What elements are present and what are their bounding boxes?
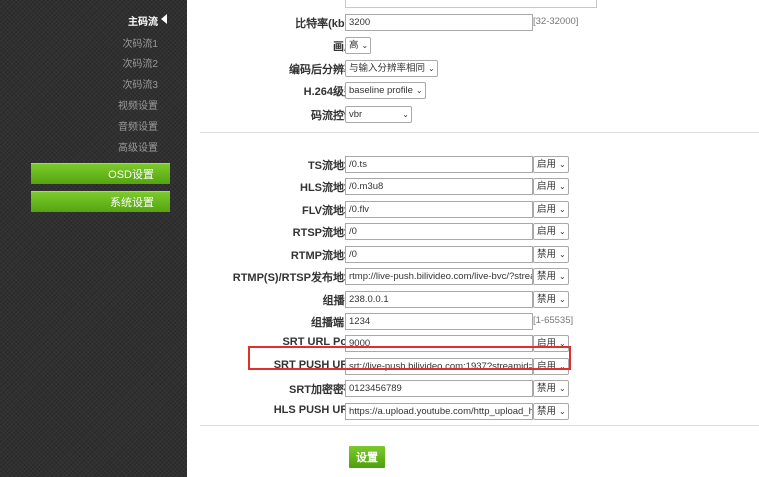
sidebar-item-substream-2[interactable]: 次码流2: [122, 55, 158, 70]
flv-stream-input[interactable]: /0.flv: [345, 201, 533, 218]
hls-push-url-row: HLS PUSH URL ： https://a.upload.youtube.…: [187, 402, 759, 422]
quality-row: 画质 ： 高⌄: [187, 36, 759, 56]
srt-passphrase-row: SRT加密密码 ： 0123456789 禁用⌄: [187, 379, 759, 399]
bitrate-range-hint: [32-32000]: [533, 16, 579, 27]
hls-stream-state: 启用: [537, 181, 557, 192]
chevron-down-icon: ⌄: [402, 110, 409, 119]
hls-push-url-state: 禁用: [537, 406, 557, 417]
chevron-down-icon: ⌄: [361, 41, 369, 50]
chevron-down-icon: ⌄: [559, 272, 566, 281]
multicast-ip-state-select[interactable]: 禁用 ⌄: [533, 291, 569, 308]
bitrate-row: 比特率(kbit) ： 3200 [32-32000]: [187, 13, 759, 33]
srt-passphrase-input[interactable]: 0123456789: [345, 380, 533, 397]
rtsp-stream-state: 启用: [537, 226, 557, 237]
ts-stream-state-select[interactable]: 启用 ⌄: [533, 156, 569, 173]
hls-push-url-label: HLS PUSH URL: [273, 404, 355, 416]
rtmp-publish-row: RTMP(S)/RTSP发布地址 ： rtmp://live-push.bili…: [187, 267, 759, 287]
chevron-down-icon: ⌄: [559, 407, 566, 416]
rtsp-stream-input[interactable]: /0: [345, 223, 533, 240]
rtmp-stream-input[interactable]: /0: [345, 246, 533, 263]
multicast-port-row: 组播端口 ： 1234 [1-65535]: [187, 312, 759, 332]
rate-control-value: vbr: [349, 109, 363, 120]
flv-stream-row: FLV流地址 ： /0.flv 启用⌄: [187, 200, 759, 220]
sidebar: 主码流 次码流1 次码流2 次码流3 视频设置 音频设置 高级设置 OSD设置 …: [0, 0, 187, 477]
rate-control-select[interactable]: vbr ⌄: [345, 106, 412, 123]
system-settings-button[interactable]: 系统设置: [31, 191, 170, 212]
chevron-down-icon: ⌄: [559, 250, 566, 259]
chevron-down-icon: ⌄: [559, 227, 566, 236]
save-settings-button[interactable]: 设置: [349, 446, 385, 468]
rate-control-row: 码流控制 ： vbr⌄: [187, 105, 759, 125]
hls-push-url-state-select[interactable]: 禁用 ⌄: [533, 403, 569, 420]
chevron-down-icon: ⌄: [428, 64, 435, 73]
chevron-down-icon: ⌄: [559, 205, 566, 214]
chevron-down-icon: ⌄: [559, 295, 566, 304]
multicast-ip-state: 禁用: [537, 294, 557, 305]
hls-push-url-input[interactable]: https://a.upload.youtube.com/http_upload…: [345, 403, 533, 420]
multicast-port-range-hint: [1-65535]: [533, 315, 574, 326]
chevron-down-icon: ⌄: [559, 384, 566, 393]
flv-stream-state: 启用: [537, 204, 557, 215]
hls-stream-input[interactable]: /0.m3u8: [345, 178, 533, 195]
section-divider: [200, 132, 759, 133]
multicast-ip-input[interactable]: 238.0.0.1: [345, 291, 533, 308]
multicast-port-input[interactable]: 1234: [345, 313, 533, 330]
h264-level-value: baseline profile: [349, 85, 413, 96]
previous-field-edge: [345, 0, 597, 8]
resolution-row: 编码后分辨率 ： 与输入分辨率相同⌄: [187, 59, 759, 79]
chevron-down-icon: ⌄: [559, 182, 566, 191]
main-panel: 比特率(kbit) ： 3200 [32-32000] 画质 ： 高⌄ 编码后分…: [187, 0, 759, 477]
ts-stream-state: 启用: [537, 159, 557, 170]
section-divider: [200, 425, 759, 426]
srt-passphrase-state-select[interactable]: 禁用 ⌄: [533, 380, 569, 397]
rtmp-publish-label: RTMP(S)/RTSP发布地址: [232, 272, 355, 284]
resolution-value: 与输入分辨率相同: [349, 63, 426, 74]
h264-level-row: H.264级别 ： baseline profile⌄: [187, 81, 759, 101]
chevron-down-icon: ⌄: [559, 160, 566, 169]
h264-level-select[interactable]: baseline profile ⌄: [345, 82, 426, 99]
osd-settings-button[interactable]: OSD设置: [31, 163, 170, 184]
rtsp-stream-state-select[interactable]: 启用 ⌄: [533, 223, 569, 240]
rtmp-publish-input[interactable]: rtmp://live-push.bilivideo.com/live-bvc/…: [345, 268, 533, 285]
active-pointer-icon: [161, 14, 167, 24]
srt-passphrase-state: 禁用: [537, 383, 557, 394]
quality-value: 高: [349, 40, 359, 51]
rtmp-stream-state-select[interactable]: 禁用 ⌄: [533, 246, 569, 263]
rtmp-stream-row: RTMP流地址 ： /0 禁用⌄: [187, 245, 759, 265]
multicast-ip-row: 组播IP ： 238.0.0.1 禁用⌄: [187, 290, 759, 310]
resolution-select[interactable]: 与输入分辨率相同 ⌄: [345, 60, 438, 77]
sidebar-item-advanced-settings[interactable]: 高级设置: [118, 139, 158, 154]
rtmp-stream-state: 禁用: [537, 249, 557, 260]
srt-push-url-highlight-box: [248, 346, 571, 370]
rtmp-publish-state: 禁用: [537, 271, 557, 282]
sidebar-item-substream-1[interactable]: 次码流1: [122, 35, 158, 50]
rtmp-publish-state-select[interactable]: 禁用 ⌄: [533, 268, 569, 285]
flv-stream-state-select[interactable]: 启用 ⌄: [533, 201, 569, 218]
sidebar-item-substream-3[interactable]: 次码流3: [122, 76, 158, 91]
hls-stream-state-select[interactable]: 启用 ⌄: [533, 178, 569, 195]
sidebar-item-audio-settings[interactable]: 音频设置: [118, 118, 158, 133]
hls-stream-row: HLS流地址 ： /0.m3u8 启用⌄: [187, 177, 759, 197]
bitrate-input[interactable]: 3200: [345, 14, 533, 31]
chevron-down-icon: ⌄: [415, 86, 423, 95]
ts-stream-input[interactable]: /0.ts: [345, 156, 533, 173]
sidebar-item-main-stream[interactable]: 主码流: [128, 13, 158, 28]
sidebar-item-video-settings[interactable]: 视频设置: [118, 97, 158, 112]
quality-select[interactable]: 高 ⌄: [345, 37, 372, 54]
rtsp-stream-row: RTSP流地址 ： /0 启用⌄: [187, 222, 759, 242]
ts-stream-row: TS流地址 ： /0.ts 启用⌄: [187, 155, 759, 175]
